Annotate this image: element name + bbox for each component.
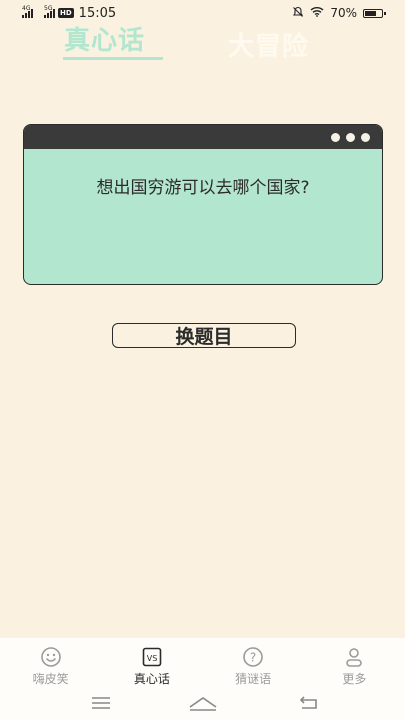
dot-icon [331,133,340,142]
home-icon[interactable] [188,694,218,716]
cellular-signal-icon-2: 5G [44,5,55,18]
hd-badge: HD [58,8,74,18]
vs-icon: VS [141,646,163,668]
question-card: 想出国穷游可以去哪个国家? [23,124,383,285]
change-question-button[interactable]: 换题目 [112,323,296,348]
nav-label: 猜谜语 [235,672,272,686]
question-text: 想出国穷游可以去哪个国家? [96,178,310,198]
network-type-label: 4G [22,5,31,12]
question-icon-text: ? [250,651,256,665]
battery-fill [365,10,376,16]
nav-item-haipixiao[interactable]: 嗨皮笑 [0,638,101,688]
nav-item-caimiyu[interactable]: ? 猜谜语 [203,638,304,688]
cellular-signal-icon: 4G [22,5,33,18]
system-nav-bar [0,688,405,720]
network-type-label-2: 5G [44,5,53,12]
dot-icon [361,133,370,142]
dot-icon [346,133,355,142]
nav-label: 真心话 [133,672,170,686]
person-icon [343,646,365,668]
mute-icon [292,6,304,21]
back-icon[interactable] [298,694,320,716]
status-left: 4G 5G HD 15:05 [22,6,116,21]
battery-percent: 70% [330,6,357,20]
nav-item-zhenxinhua[interactable]: VS 真心话 [101,638,202,688]
status-right: 70% [292,6,386,21]
question-circle-icon: ? [242,646,264,668]
vs-icon-text: VS [147,654,158,663]
window-dots [331,133,370,142]
bottom-nav: 嗨皮笑 VS 真心话 ? 猜谜语 更多 [0,638,405,688]
nav-label: 嗨皮笑 [32,672,69,686]
smiley-face-icon [40,646,62,668]
card-header [24,125,382,149]
nav-label: 更多 [342,672,367,686]
battery-icon [363,8,386,18]
nav-item-gengduo[interactable]: 更多 [304,638,405,688]
tab-truth-underline [63,57,163,60]
menu-icon[interactable] [90,694,112,716]
clock: 15:05 [78,5,117,21]
wifi-icon [310,6,324,20]
top-tabs: 真心话 大冒险 [0,20,405,62]
tab-dare[interactable]: 大冒险 [228,26,309,63]
tab-truth[interactable]: 真心话 [64,20,145,57]
